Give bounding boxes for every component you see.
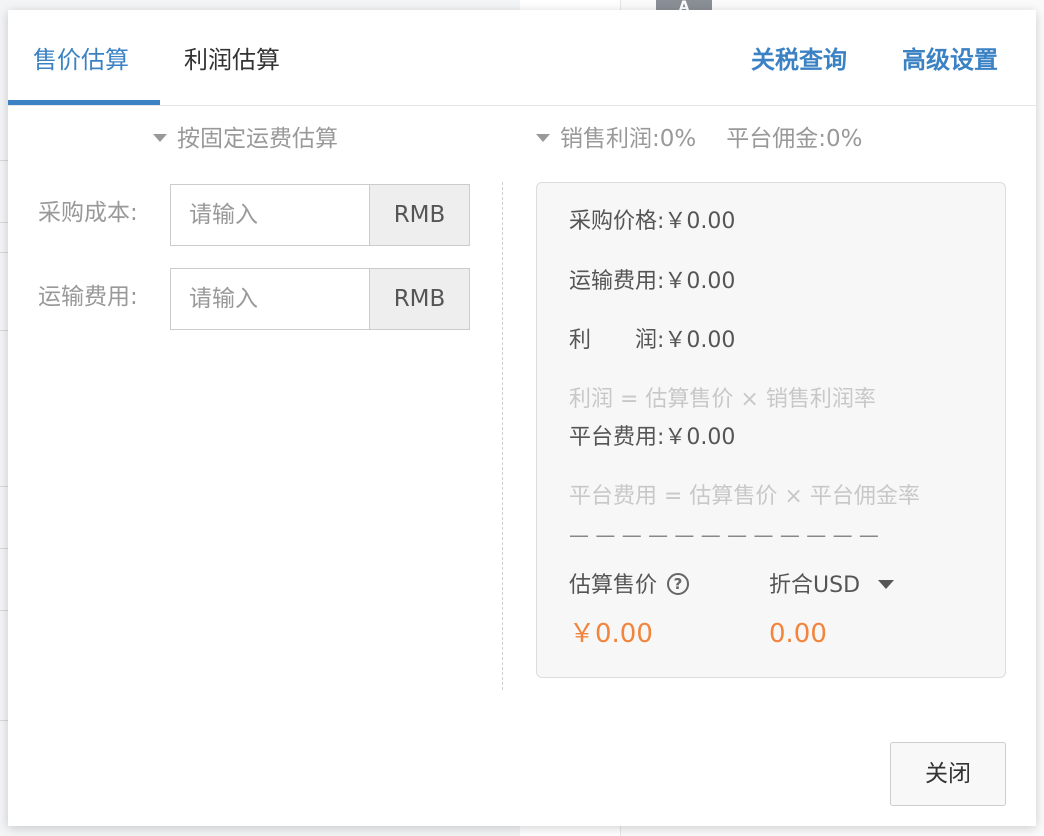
purchase-cost-group: RMB — [170, 184, 470, 246]
advanced-settings-link[interactable]: 高级设置 — [902, 44, 998, 76]
currency-unit: RMB — [369, 185, 469, 245]
platform-fee-formula-hint: 平台费用 = 估算售价 × 平台佣金率 — [569, 484, 920, 509]
caret-down-icon — [153, 134, 167, 142]
column-divider — [502, 182, 503, 690]
dropdown-caret-icon — [878, 580, 895, 589]
price-estimate-dialog: 售价估算 利润估算 关税查询 高级设置 按固定运费估算 销售利润:0% 平台佣金:… — [8, 10, 1036, 826]
usd-convert-dropdown[interactable]: 折合USD — [769, 571, 895, 601]
platform-fee-result: 平台费用:￥0.00 — [569, 425, 736, 450]
caret-down-icon — [536, 134, 550, 142]
tabs-bar: 售价估算 利润估算 关税查询 高级设置 — [8, 10, 1036, 106]
purchase-cost-row: 采购成本: RMB — [38, 184, 478, 246]
profit-label: 销售利润: — [560, 126, 660, 152]
profit-formula-hint: 利润 = 估算售价 × 销售利润率 — [569, 387, 876, 412]
fixed-shipping-toggle[interactable]: 按固定运费估算 — [153, 124, 338, 154]
tariff-lookup-link[interactable]: 关税查询 — [751, 44, 847, 76]
purchase-cost-label: 采购成本: — [38, 200, 138, 226]
commission-label: 平台佣金: — [726, 126, 826, 152]
active-tab-indicator — [8, 100, 160, 105]
fixed-shipping-label: 按固定运费估算 — [177, 126, 338, 152]
usd-value: 0.00 — [769, 619, 827, 649]
estimated-price-label-group: 估算售价? — [569, 571, 690, 601]
estimated-price-value: ￥0.00 — [569, 619, 653, 649]
help-icon[interactable]: ? — [667, 573, 690, 595]
purchase-cost-input[interactable] — [171, 185, 369, 245]
profit-result: 利 润:￥0.00 — [569, 328, 736, 353]
close-button[interactable]: 关闭 — [890, 742, 1006, 806]
shipping-cost-input[interactable] — [171, 269, 369, 329]
purchase-price-result: 采购价格:￥0.00 — [569, 209, 736, 234]
usd-convert-label: 折合USD — [769, 573, 861, 598]
shipping-cost-label: 运输费用: — [38, 284, 138, 310]
shipping-result: 运输费用:￥0.00 — [569, 269, 736, 294]
profit-rate: 0% — [659, 126, 697, 152]
shipping-cost-group: RMB — [170, 268, 470, 330]
profit-commission-toggle[interactable]: 销售利润:0% 平台佣金:0% — [536, 124, 863, 154]
result-panel: 采购价格:￥0.00 运输费用:￥0.00 利 润:￥0.00 利润 = 估算售… — [536, 182, 1006, 678]
commission-rate: 0% — [826, 126, 863, 152]
currency-unit: RMB — [369, 269, 469, 329]
shipping-cost-row: 运输费用: RMB — [38, 268, 478, 330]
estimated-price-label: 估算售价 — [569, 573, 658, 598]
tab-price-estimate[interactable]: 售价估算 — [33, 44, 129, 76]
dashed-separator: — — — — — — — — — — — — — [569, 523, 879, 547]
tab-profit-estimate[interactable]: 利润估算 — [184, 44, 280, 76]
